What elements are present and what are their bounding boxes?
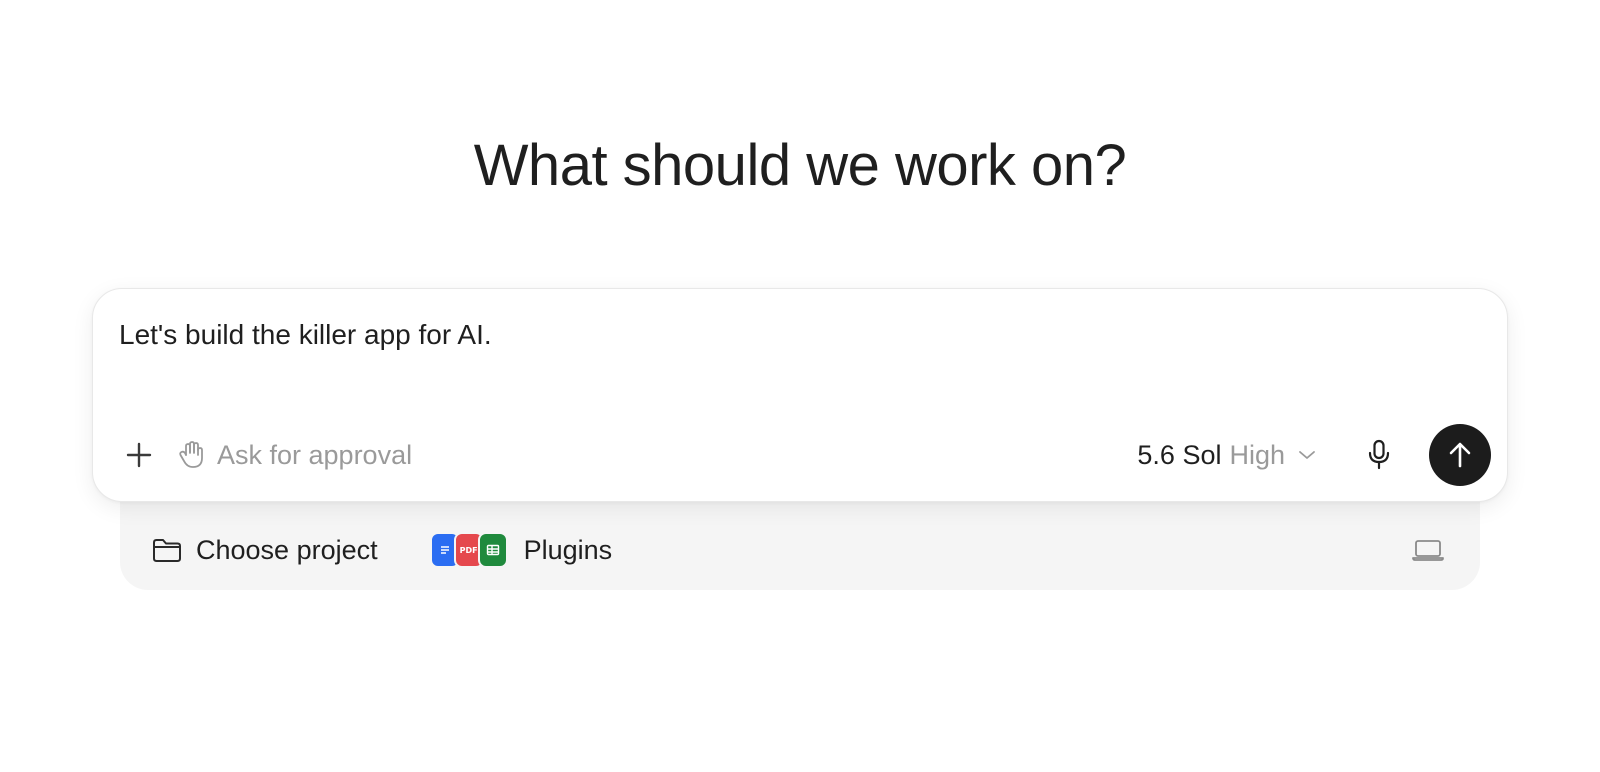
plugins-label: Plugins (523, 534, 613, 565)
send-button[interactable] (1429, 424, 1491, 486)
chevron-down-icon (1297, 448, 1317, 462)
hand-icon (177, 440, 205, 470)
reasoning-effort: High (1229, 439, 1285, 470)
plus-icon (125, 441, 153, 469)
approval-mode-label: Ask for approval (217, 439, 413, 470)
voice-input-button[interactable] (1357, 433, 1401, 477)
choose-project-label: Choose project (196, 534, 378, 565)
model-selector[interactable]: 5.6 Sol High (1137, 440, 1317, 471)
laptop-icon (1411, 538, 1445, 562)
composer-toolbar: Ask for approval 5.6 Sol High (93, 423, 1507, 487)
page-title: What should we work on? (473, 133, 1127, 198)
choose-project-button[interactable]: Choose project (152, 535, 378, 566)
folder-icon (152, 537, 182, 563)
sheets-plugin-icon (477, 532, 508, 568)
composer-box: Ask for approval 5.6 Sol High (92, 288, 1508, 502)
composer-footer-content: Choose project PDF Plugins (120, 510, 1480, 590)
local-environment-button[interactable] (1408, 530, 1448, 570)
plugins-button[interactable]: PDF Plugins (429, 532, 613, 568)
plugin-icons-group: PDF (429, 532, 508, 568)
microphone-icon (1366, 439, 1392, 471)
add-attachment-button[interactable] (117, 433, 161, 477)
arrow-up-icon (1447, 441, 1473, 469)
approval-mode-button[interactable]: Ask for approval (177, 440, 412, 471)
new-task-page: What should we work on? Choose project P… (0, 0, 1600, 772)
prompt-input[interactable] (119, 319, 1419, 351)
model-name: 5.6 Sol (1137, 439, 1222, 470)
